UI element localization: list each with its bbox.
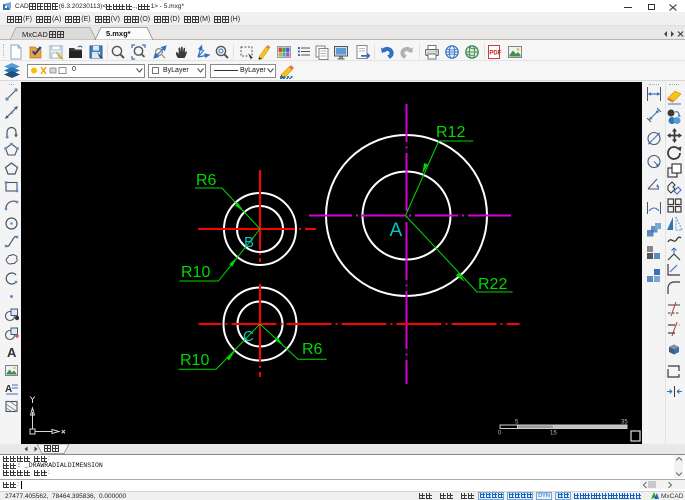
svg-text:PDF: PDF [489,51,501,57]
svg-text:B: B [244,234,254,251]
svg-text:R10: R10 [181,264,210,281]
svg-text:R22: R22 [478,276,507,293]
svg-text:R6: R6 [196,172,217,189]
svg-text:R10: R10 [180,352,209,369]
svg-text:A: A [7,345,17,359]
svg-text:0: 0 [498,431,502,437]
svg-text:35: 35 [621,420,628,426]
svg-text:R12: R12 [436,124,465,141]
svg-text:15: 15 [550,431,557,437]
svg-text:R6: R6 [302,341,323,358]
svg-text:C: C [243,328,254,345]
svg-text:A: A [390,220,403,241]
svg-text:A: A [5,384,12,395]
